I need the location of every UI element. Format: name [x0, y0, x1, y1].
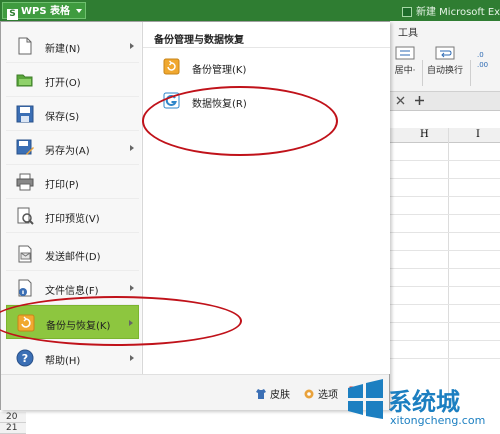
- menu-item-open[interactable]: 打开(O): [6, 63, 139, 97]
- gear-icon: [304, 389, 314, 399]
- menu-item-save-as[interactable]: 另存为(A): [6, 131, 139, 165]
- grid-line: [388, 214, 500, 215]
- menu-item-help[interactable]: ? 帮助(H): [6, 341, 139, 375]
- close-icon[interactable]: [396, 96, 405, 105]
- row-header-21[interactable]: 21: [0, 423, 26, 434]
- menu-item-print[interactable]: 打印(P): [6, 165, 139, 199]
- svg-text:.00: .00: [477, 61, 488, 69]
- column-header-i[interactable]: I: [476, 129, 480, 140]
- grid-line: [388, 196, 500, 197]
- column-header-h[interactable]: H: [420, 129, 429, 140]
- wrap-text-icon: [435, 46, 455, 60]
- printer-icon: [16, 173, 34, 191]
- align-center-icon: [395, 46, 415, 60]
- wps-app-menu-button[interactable]: S WPS 表格: [2, 2, 86, 20]
- file-info-icon: [18, 279, 32, 297]
- wps-logo-icon: S: [7, 9, 18, 20]
- column-header-row: H I: [388, 128, 500, 143]
- decimal-format-button[interactable]: .0 .00: [475, 48, 499, 73]
- submenu-arrow-icon: [130, 285, 134, 291]
- decimal-format-icon: .0 .00: [477, 51, 488, 69]
- menu-item-new[interactable]: 新建(N): [6, 29, 139, 63]
- grid-line: [388, 178, 500, 179]
- submenu-arrow-icon: [130, 43, 134, 49]
- ribbon-divider: [422, 60, 423, 86]
- grid-line: [388, 160, 500, 161]
- title-bar: SWPS 表格 新建 Microsoft Exce: [0, 0, 500, 21]
- options-button[interactable]: 选项: [303, 386, 338, 401]
- grid-line: [388, 268, 500, 269]
- grid-line: [388, 358, 500, 359]
- grid-line: [388, 250, 500, 251]
- grid-line: [388, 322, 500, 323]
- spreadsheet-file-icon: [402, 7, 412, 17]
- grid-line: [388, 232, 500, 233]
- grid-line: [388, 304, 500, 305]
- svg-text:.0: .0: [477, 51, 484, 59]
- menu-item-send-mail[interactable]: 发送邮件(D): [6, 237, 139, 271]
- skin-button[interactable]: 皮肤: [255, 386, 290, 401]
- plus-icon[interactable]: [414, 95, 425, 106]
- mail-icon: [18, 245, 32, 263]
- chevron-down-icon: [76, 9, 82, 13]
- panel-title: 备份管理与数据恢复: [154, 35, 244, 46]
- menu-footer: 皮肤 选项: [1, 374, 389, 410]
- wps-app-menu: 新建(N) 打开(O) 保存(S) 另存为(A) 打印(P) 打印预览(V) 发…: [0, 21, 390, 410]
- tab-tools[interactable]: 工具: [398, 24, 418, 39]
- windows-logo-icon: [348, 379, 383, 419]
- help-icon: ?: [16, 349, 34, 367]
- grid-line: [388, 286, 500, 287]
- annotation-ellipse-data-recovery: [142, 86, 338, 156]
- wrap-text-button[interactable]: 自动换行: [425, 46, 465, 76]
- document-title: 新建 Microsoft Exce: [402, 3, 500, 18]
- folder-open-icon: [16, 74, 33, 87]
- align-center-button[interactable]: 居中·: [392, 46, 418, 76]
- panel-divider: [143, 47, 390, 48]
- print-preview-icon: [17, 207, 34, 225]
- menu-item-save[interactable]: 保存(S): [6, 97, 139, 131]
- shirt-icon: [256, 389, 266, 399]
- sheet-tab-strip: [388, 92, 500, 111]
- annotation-ellipse-backup-restore: [0, 296, 242, 346]
- save-as-icon: [16, 139, 34, 155]
- submenu-item-backup-manage[interactable]: 备份管理(K): [163, 56, 363, 78]
- submenu-arrow-icon: [130, 145, 134, 151]
- menu-item-print-preview[interactable]: 打印预览(V): [6, 199, 139, 233]
- grid-line: [388, 340, 500, 341]
- row-header-20[interactable]: 20: [0, 412, 26, 423]
- backup-manage-icon: [163, 58, 180, 75]
- save-icon: [16, 105, 34, 123]
- submenu-arrow-icon: [130, 355, 134, 361]
- watermark: 系统城 xitongcheng.com: [340, 374, 500, 434]
- new-doc-icon: [18, 37, 32, 55]
- ribbon-divider: [470, 60, 471, 86]
- svg-text:?: ?: [22, 352, 28, 365]
- app-label: WPS 表格: [21, 6, 71, 17]
